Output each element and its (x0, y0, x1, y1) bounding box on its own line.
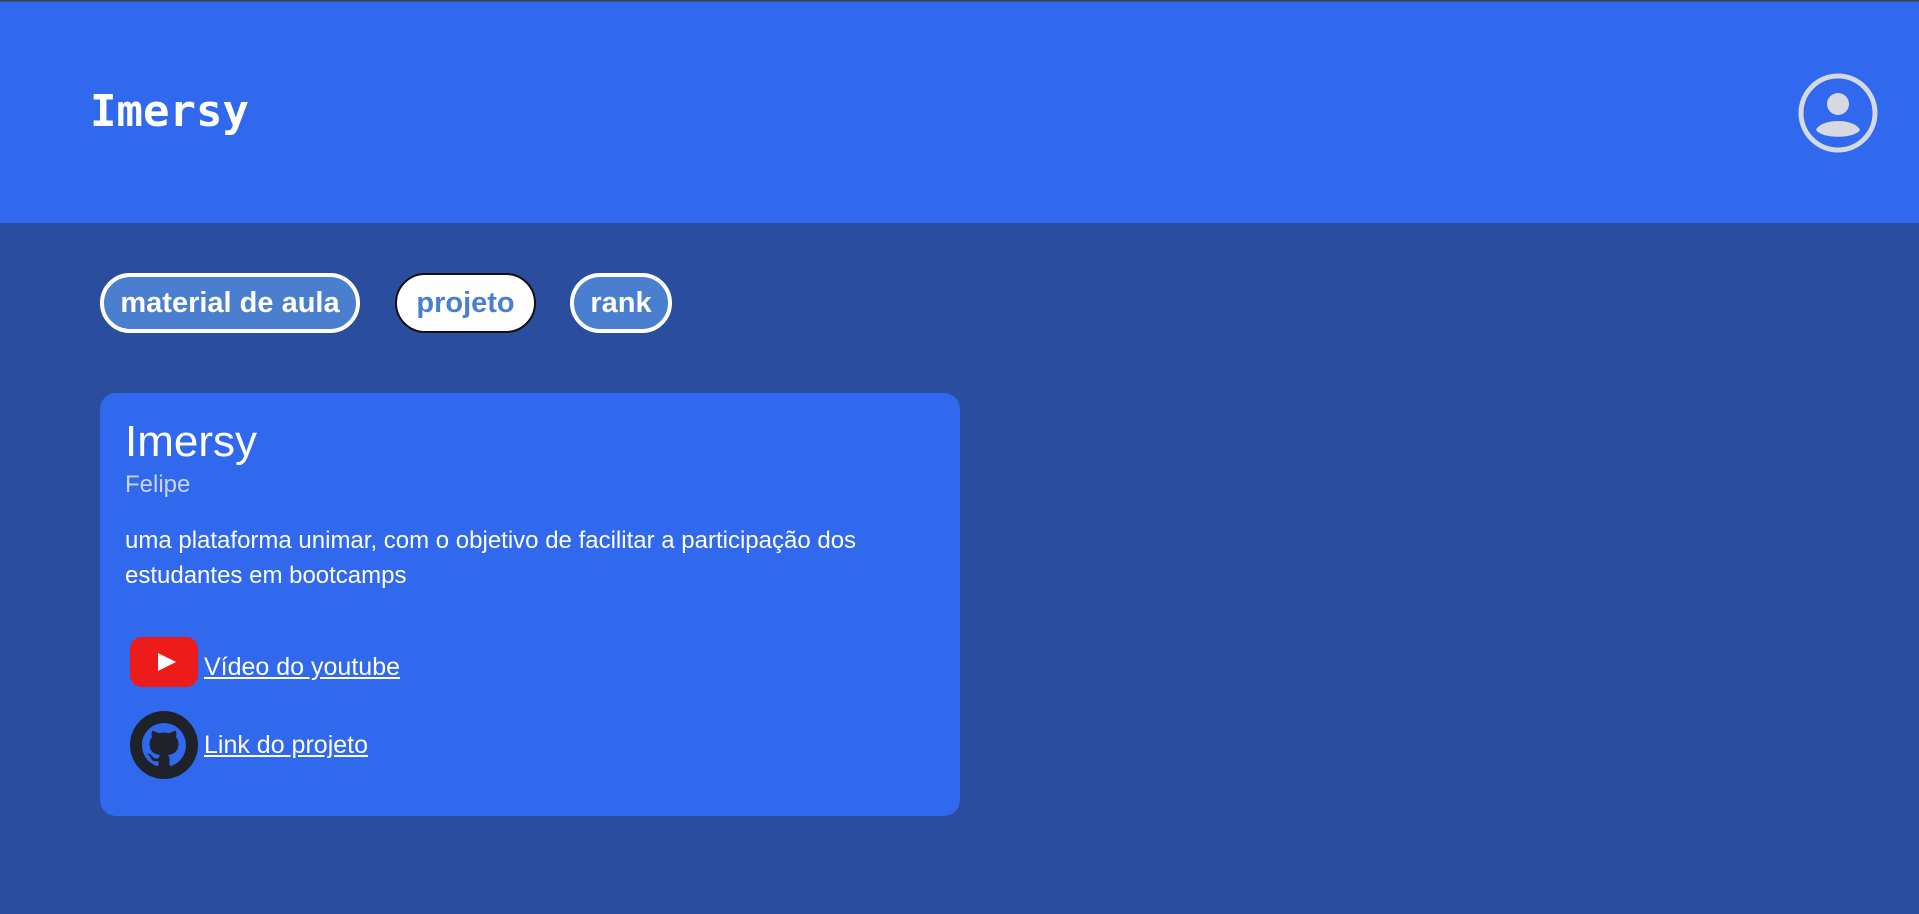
app-header: Imersy (0, 2, 1919, 223)
user-avatar-button[interactable] (1797, 72, 1879, 154)
project-card: Imersy Felipe uma plataforma unimar, com… (100, 393, 960, 816)
brand-title: Imersy (90, 86, 249, 137)
tab-rank[interactable]: rank (570, 273, 672, 333)
project-author: Felipe (125, 471, 191, 498)
project-title: Imersy (125, 417, 257, 466)
tab-projeto[interactable]: projeto (395, 273, 536, 333)
youtube-video-link[interactable]: Vídeo do youtube (204, 653, 400, 682)
user-circle-icon (1798, 73, 1878, 153)
github-link-row: Link do projeto (130, 711, 368, 779)
tab-material-de-aula[interactable]: material de aula (100, 273, 360, 333)
project-description: uma plataforma unimar, com o objetivo de… (125, 527, 857, 589)
project-link[interactable]: Link do projeto (204, 731, 368, 760)
youtube-icon[interactable] (130, 633, 198, 701)
github-icon[interactable] (130, 711, 198, 779)
youtube-link-row: Vídeo do youtube (130, 633, 400, 701)
